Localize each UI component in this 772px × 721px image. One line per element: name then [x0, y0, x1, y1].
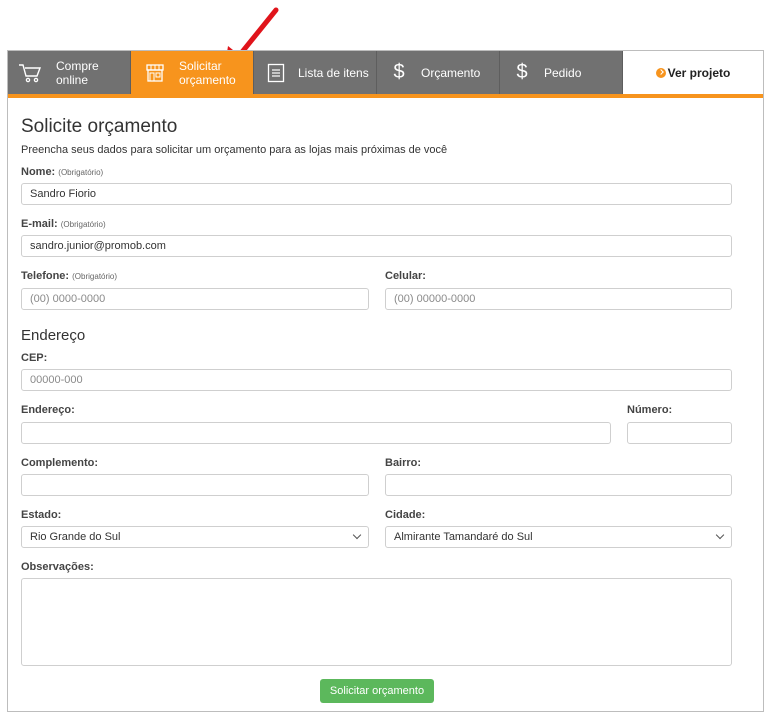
tab-pedido[interactable]: $ Pedido	[500, 51, 623, 94]
cep-label: CEP:	[21, 352, 48, 364]
tab-lista-de-itens[interactable]: Lista de itens	[254, 51, 377, 94]
address-label: Endereço:	[21, 404, 75, 416]
complement-label: Complemento:	[21, 457, 98, 469]
number-label: Número:	[627, 404, 673, 416]
page-title: Solicite orçamento	[21, 116, 178, 137]
store-icon	[131, 63, 179, 83]
tab-label-line2: orçamento	[179, 72, 236, 87]
tab-compre-online[interactable]: Compre online	[8, 51, 131, 94]
mobile-field[interactable]: (00) 00000-0000	[385, 288, 732, 310]
cart-icon	[8, 62, 52, 84]
page-subtitle: Preencha seus dados para solicitar um or…	[21, 144, 448, 156]
step-nav: Compre online Solicitar orçamento Lista de…	[8, 51, 763, 98]
number-field[interactable]	[627, 422, 732, 444]
address-section-title: Endereço	[21, 327, 86, 344]
notes-label: Observações:	[21, 561, 94, 573]
mobile-label: Celular:	[385, 270, 426, 282]
city-value: Almirante Tamandaré do Sul	[394, 531, 533, 543]
complement-field[interactable]	[21, 474, 369, 496]
city-select[interactable]: Almirante Tamandaré do Sul	[385, 526, 732, 548]
tab-label-line2: online	[56, 72, 89, 87]
tab-orcamento[interactable]: $ Orçamento	[377, 51, 500, 94]
view-project-button[interactable]: Ver projeto	[623, 51, 763, 94]
tab-label-line1: Compre	[56, 58, 99, 73]
app-frame: Compre online Solicitar orçamento Lista de…	[7, 50, 764, 712]
required-note: (Obrigatório)	[60, 220, 106, 229]
tab-label: Orçamento	[421, 65, 481, 80]
district-label: Bairro:	[385, 457, 422, 469]
tab-label-line1: Solicitar	[179, 58, 222, 73]
list-icon	[254, 63, 298, 83]
name-label: Nome: (Obrigatório)	[21, 166, 104, 178]
tab-label: Lista de itens	[298, 65, 369, 80]
district-field[interactable]	[385, 474, 732, 496]
required-note: (Obrigatório)	[58, 168, 104, 177]
state-label: Estado:	[21, 509, 62, 521]
view-project-label: Ver projeto	[667, 65, 731, 80]
state-select[interactable]: Rio Grande do Sul	[21, 526, 369, 548]
tab-solicitar-orcamento[interactable]: Solicitar orçamento	[131, 51, 254, 94]
city-label: Cidade:	[385, 509, 426, 521]
submit-button[interactable]: Solicitar orçamento	[320, 679, 434, 703]
email-label: E-mail: (Obrigatório)	[21, 218, 106, 230]
name-field[interactable]: Sandro Fiorio	[21, 183, 732, 205]
state-value: Rio Grande do Sul	[30, 531, 121, 543]
dollar-icon: $	[393, 61, 405, 83]
phone-field[interactable]: (00) 0000-0000	[21, 288, 369, 310]
tab-label: Pedido	[544, 65, 582, 80]
required-note: (Obrigatório)	[72, 272, 118, 281]
arrow-circle-icon	[655, 67, 666, 78]
dollar-icon: $	[516, 61, 528, 83]
phone-label: Telefone: (Obrigatório)	[21, 270, 118, 282]
email-field[interactable]: sandro.junior@promob.com	[21, 235, 732, 257]
notes-textarea[interactable]	[21, 578, 732, 666]
cep-field[interactable]: 00000-000	[21, 369, 732, 391]
chevron-down-icon	[715, 530, 725, 540]
chevron-down-icon	[352, 530, 362, 540]
address-field[interactable]	[21, 422, 611, 444]
